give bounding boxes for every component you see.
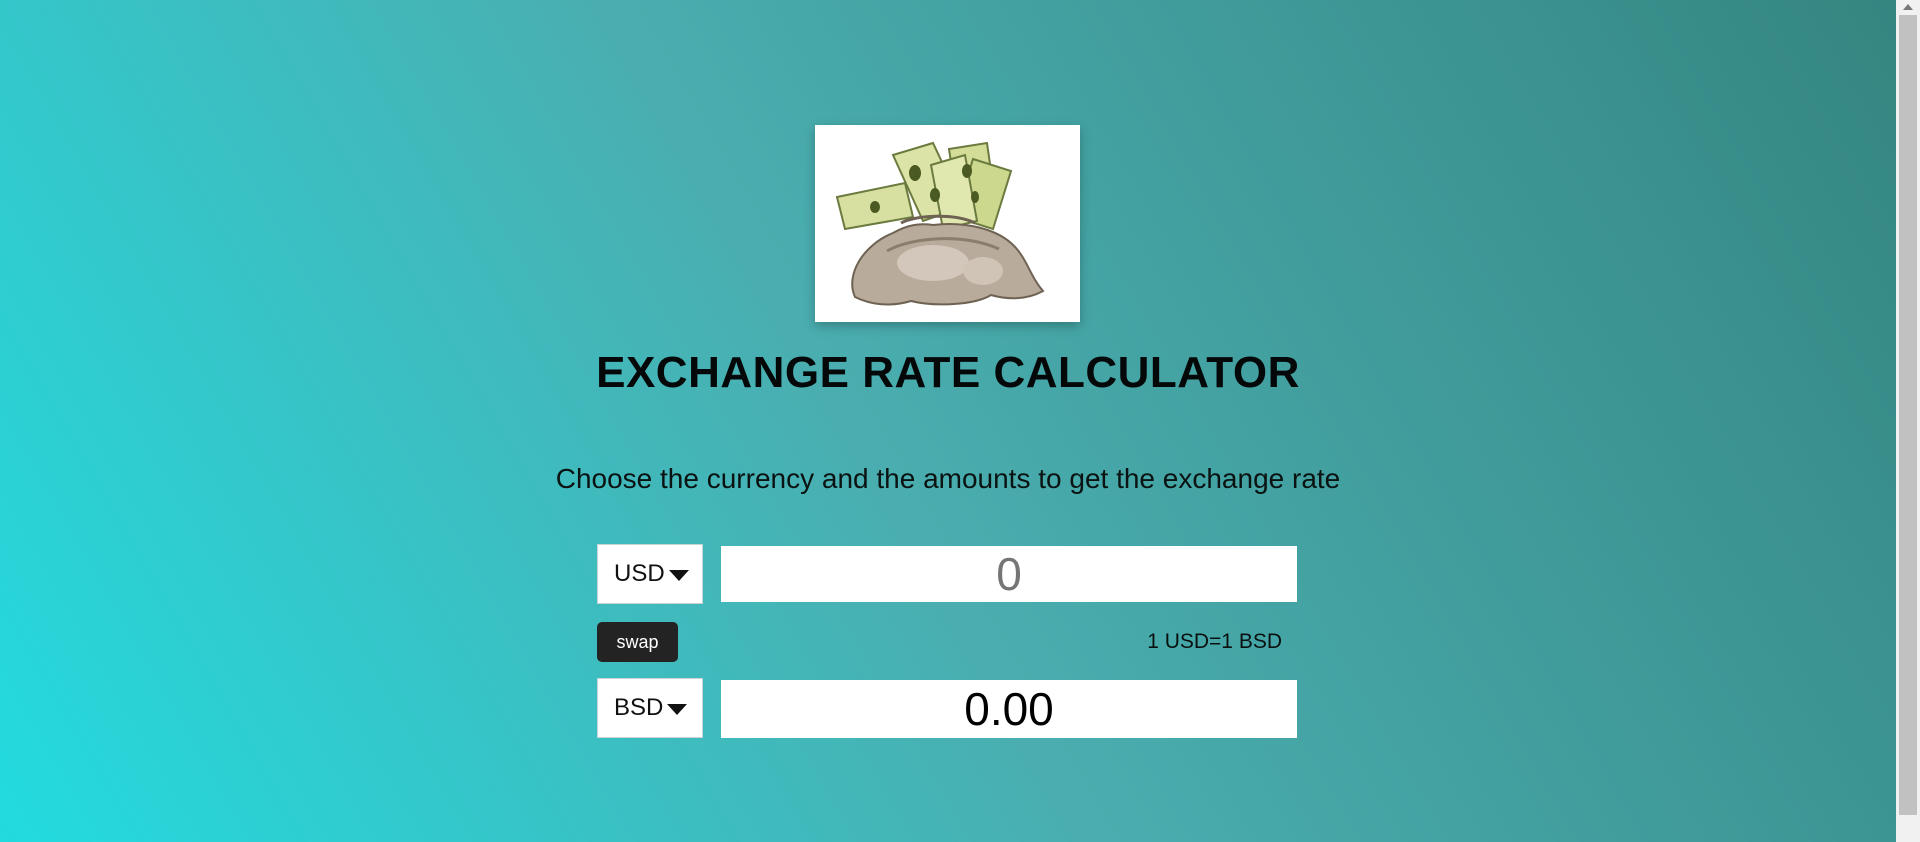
- caret-down-icon: [668, 569, 689, 581]
- from-currency-select[interactable]: USD: [597, 544, 703, 604]
- scrollbar-thumb[interactable]: [1899, 15, 1917, 815]
- to-amount-input[interactable]: [721, 680, 1297, 738]
- to-currency-select[interactable]: BSD: [597, 678, 703, 738]
- caret-down-icon: [667, 703, 688, 715]
- scroll-up-arrow-icon[interactable]: [1903, 4, 1913, 10]
- from-amount-input[interactable]: [721, 546, 1297, 602]
- page-title: EXCHANGE RATE CALCULATOR: [596, 348, 1300, 397]
- swap-button[interactable]: swap: [597, 622, 678, 662]
- from-currency-value: USD: [614, 560, 665, 587]
- exchange-rate-text: 1 USD=1 BSD: [1147, 630, 1282, 653]
- to-currency-value: BSD: [614, 694, 664, 721]
- page: EXCHANGE RATE CALCULATOR Choose the curr…: [0, 0, 1896, 842]
- money-bag-icon: [835, 141, 1045, 306]
- page-subtitle: Choose the currency and the amounts to g…: [555, 463, 1341, 494]
- vertical-scrollbar[interactable]: [1896, 0, 1920, 842]
- money-bag-logo: [815, 125, 1080, 322]
